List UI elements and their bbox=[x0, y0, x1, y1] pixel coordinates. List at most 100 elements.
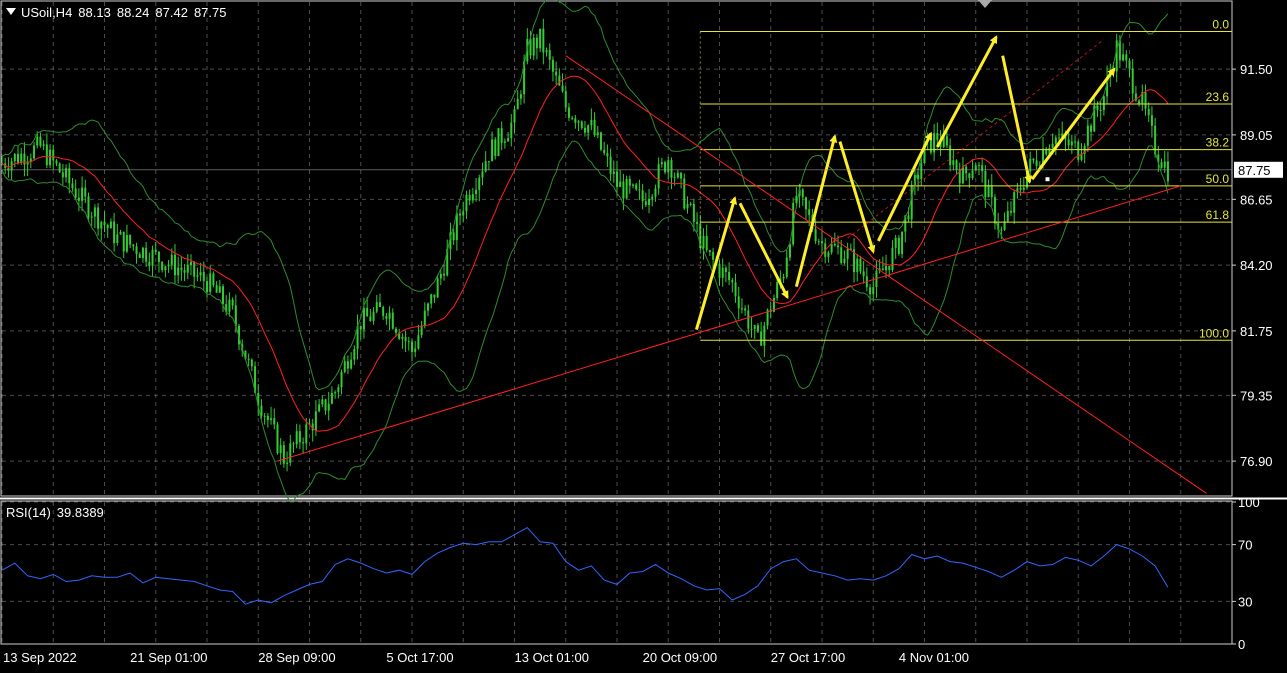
candle-body bbox=[542, 28, 545, 53]
time-axis-label: 13 Sep 2022 bbox=[3, 650, 77, 665]
candle-body bbox=[961, 166, 964, 184]
time-axis-label: 4 Nov 01:00 bbox=[899, 650, 969, 665]
candle-body bbox=[859, 258, 862, 272]
candle-body bbox=[270, 418, 273, 421]
rsi-axis-label: 30 bbox=[1238, 594, 1252, 609]
candle-body bbox=[196, 275, 199, 277]
candle-body bbox=[567, 107, 570, 118]
candle-body bbox=[302, 442, 305, 444]
candle-body bbox=[372, 311, 375, 322]
candle-body bbox=[343, 361, 346, 373]
candle-body bbox=[55, 160, 58, 164]
candle-body bbox=[1125, 54, 1128, 61]
candle-body bbox=[49, 149, 52, 166]
candle-body bbox=[161, 261, 164, 271]
candle-body bbox=[1070, 141, 1073, 146]
current-price-label: 87.75 bbox=[1238, 163, 1271, 178]
candle-body bbox=[667, 160, 670, 173]
candle-body bbox=[151, 249, 154, 266]
candle-body bbox=[907, 215, 910, 220]
candle-body bbox=[427, 303, 430, 311]
candle-body bbox=[971, 170, 974, 178]
candle-body bbox=[744, 308, 747, 311]
candle-body bbox=[382, 307, 385, 316]
candle-body bbox=[660, 162, 663, 165]
candle-body bbox=[721, 267, 724, 278]
candle-body bbox=[535, 37, 538, 49]
price-axis-label: 91.50 bbox=[1240, 62, 1273, 77]
candle-body bbox=[414, 348, 417, 352]
candle-body bbox=[113, 221, 116, 244]
candle-body bbox=[593, 119, 596, 136]
candle-body bbox=[20, 153, 23, 163]
candle-body bbox=[154, 249, 157, 252]
candle-body bbox=[250, 359, 253, 367]
candle-body bbox=[676, 172, 679, 178]
candle-body bbox=[286, 462, 289, 464]
candle-body bbox=[366, 307, 369, 317]
candles bbox=[1, 18, 1169, 472]
candle-body bbox=[266, 415, 269, 421]
candle-body bbox=[420, 325, 423, 336]
candle-body bbox=[1006, 210, 1009, 222]
candle-body bbox=[724, 267, 727, 272]
candle-body bbox=[539, 28, 542, 49]
candle-body bbox=[452, 232, 455, 241]
candle-body bbox=[753, 325, 756, 329]
candle-body bbox=[1067, 139, 1070, 146]
low-value: 87.42 bbox=[155, 5, 188, 20]
candle-body bbox=[407, 341, 410, 343]
candle-body bbox=[606, 153, 609, 157]
candle-body bbox=[1099, 109, 1102, 111]
chart-canvas: 0.0 23.6 38.2 50.0 61.8 100.0 91.50 89.05 86.65 8… bbox=[0, 0, 1287, 665]
candle-body bbox=[148, 261, 151, 266]
candle-body bbox=[90, 216, 93, 218]
candle-body bbox=[327, 403, 330, 411]
candle-body bbox=[436, 278, 439, 298]
candle-body bbox=[1122, 54, 1125, 61]
candle-body bbox=[401, 337, 404, 339]
candle-body bbox=[519, 94, 522, 99]
candle-body bbox=[686, 204, 689, 209]
collapse-triangle-icon[interactable] bbox=[6, 8, 16, 15]
candle-body bbox=[77, 197, 80, 201]
candle-body bbox=[843, 258, 846, 264]
candle-body bbox=[103, 221, 106, 225]
candle-body bbox=[100, 221, 103, 229]
grid-lines bbox=[1, 2, 1233, 645]
candle-body bbox=[362, 307, 365, 330]
candle-body bbox=[821, 241, 823, 244]
candle-body bbox=[202, 272, 205, 282]
chart-area[interactable]: 0.0 23.6 38.2 50.0 61.8 100.0 91.50 89.05 86.65 8… bbox=[0, 0, 1287, 668]
candle-body bbox=[1166, 161, 1169, 182]
candle-body bbox=[23, 153, 26, 165]
fibonacci-level-label: 0.0 bbox=[1212, 18, 1229, 32]
candle-body bbox=[439, 273, 442, 279]
candle-body bbox=[106, 224, 109, 229]
candle-body bbox=[987, 185, 990, 198]
candle-body bbox=[756, 325, 759, 332]
candle-body bbox=[279, 445, 282, 453]
candle-body bbox=[404, 337, 407, 342]
candle-body bbox=[417, 335, 420, 349]
candle-body bbox=[728, 271, 731, 281]
candle-body bbox=[625, 178, 628, 199]
candle-body bbox=[635, 184, 638, 190]
candle-body bbox=[616, 171, 618, 188]
candle-body bbox=[1144, 92, 1147, 109]
candle-body bbox=[292, 443, 295, 445]
candle-body bbox=[955, 160, 958, 170]
candle-body bbox=[657, 164, 660, 189]
candle-body bbox=[116, 234, 119, 244]
candle-body bbox=[87, 196, 90, 218]
candle-body bbox=[1115, 40, 1118, 72]
candle-body bbox=[334, 392, 337, 394]
candle-body bbox=[680, 172, 683, 179]
candle-body bbox=[644, 201, 647, 206]
candle-body bbox=[189, 261, 192, 266]
anchor-marker bbox=[1045, 177, 1050, 182]
candle-body bbox=[209, 273, 212, 293]
fibonacci-level-label: 61.8 bbox=[1206, 208, 1230, 222]
time-axis-label: 20 Oct 09:00 bbox=[643, 650, 717, 665]
candle-body bbox=[632, 184, 635, 186]
